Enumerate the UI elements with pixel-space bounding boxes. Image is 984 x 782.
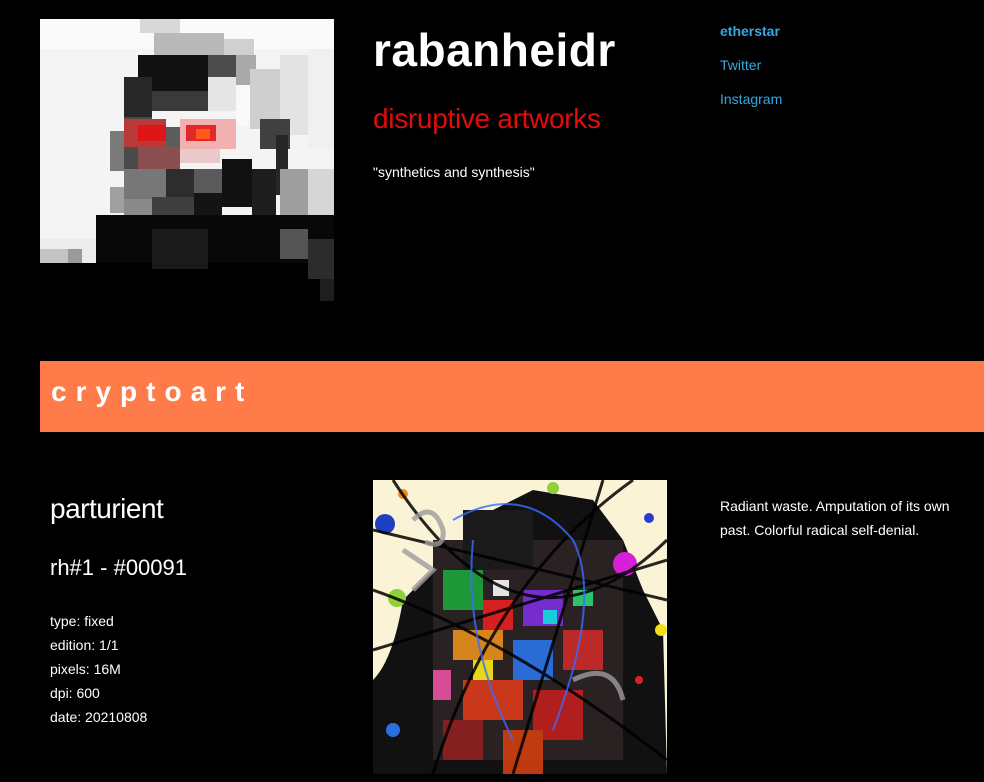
artwork-abstract <box>373 480 667 774</box>
nav-link-instagram[interactable]: Instagram <box>720 90 782 108</box>
section-title: cryptoart <box>51 376 254 407</box>
meta-type: type: fixed <box>50 613 114 629</box>
artwork-description: Radiant waste. Amputation of its own pas… <box>720 498 950 538</box>
avatar-image <box>40 19 334 301</box>
section-banner: cryptoart <box>40 361 984 432</box>
meta-dpi: dpi: 600 <box>50 685 100 701</box>
meta-date: date: 20210808 <box>50 709 148 725</box>
meta-edition: edition: 1/1 <box>50 637 119 653</box>
site-title: rabanheidr <box>373 24 616 76</box>
nav-link-etherstar[interactable]: etherstar <box>720 22 782 40</box>
nav-links: etherstar Twitter Instagram <box>720 22 782 124</box>
artwork-image[interactable] <box>373 480 667 774</box>
meta-pixels: pixels: 16M <box>50 661 121 677</box>
artwork-title: parturient <box>50 493 164 524</box>
artwork-id: rh#1 - #00091 <box>50 555 187 580</box>
pixel-portrait <box>40 19 334 301</box>
page: rabanheidr disruptive artworks "syntheti… <box>0 0 984 782</box>
site-subtitle: disruptive artworks <box>373 103 601 134</box>
site-tagline: "synthetics and synthesis" <box>373 164 535 180</box>
artwork-meta: type: fixed edition: 1/1 pixels: 16M dpi… <box>50 609 147 729</box>
nav-link-twitter[interactable]: Twitter <box>720 56 782 74</box>
